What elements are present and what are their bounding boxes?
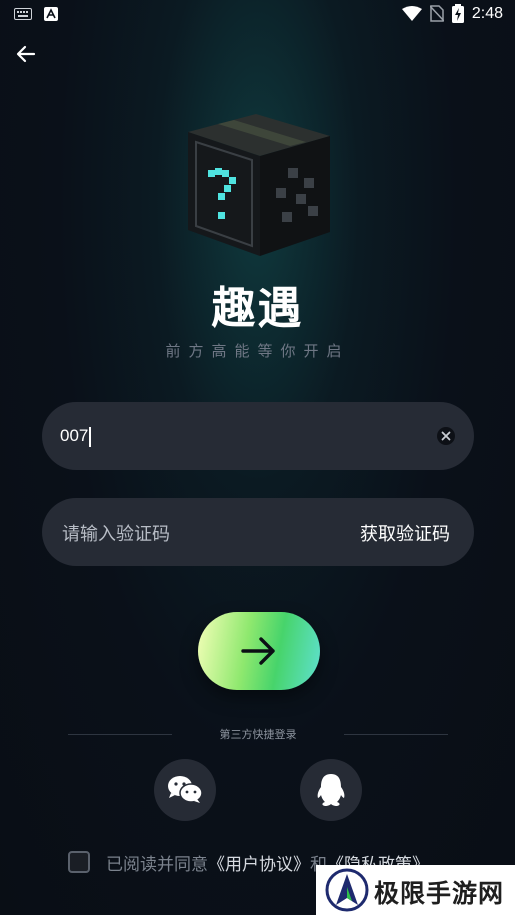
qq-icon	[317, 774, 345, 806]
no-sim-icon	[429, 5, 444, 22]
watermark: 极限手游网	[316, 865, 515, 915]
app-logo	[184, 108, 334, 258]
status-time: 2:48	[471, 4, 503, 22]
mystery-cube-icon	[188, 114, 330, 256]
agreement-prefix: 已阅读并同意	[106, 854, 208, 875]
wechat-icon	[168, 776, 203, 803]
user-agreement-link[interactable]: 《用户协议》	[208, 855, 310, 875]
site-logo-icon	[325, 868, 369, 912]
third-party-divider: 第三方快捷登录	[68, 725, 448, 745]
clear-input-button[interactable]	[436, 426, 456, 446]
agreement-checkbox[interactable]	[68, 851, 90, 873]
battery-charging-icon	[451, 4, 464, 23]
divider-line-right	[344, 734, 448, 735]
login-submit-button[interactable]	[198, 612, 320, 690]
code-placeholder: 请输入验证码	[62, 524, 170, 545]
arrow-left-icon	[16, 45, 36, 63]
status-right: 2:48	[401, 4, 503, 23]
phone-input[interactable]: 007	[42, 402, 474, 470]
status-left	[14, 7, 58, 21]
wifi-icon	[401, 5, 422, 21]
get-code-button[interactable]: 获取验证码	[360, 520, 450, 546]
phone-value: 007	[60, 426, 91, 447]
clear-circle-icon	[437, 427, 455, 445]
arrow-right-icon	[241, 637, 275, 665]
back-button[interactable]	[12, 40, 40, 68]
verification-code-input[interactable]: 请输入验证码 获取验证码	[42, 498, 474, 566]
keyboard-icon	[14, 8, 32, 20]
qq-login-button[interactable]	[300, 759, 362, 821]
status-bar: 2:48	[0, 0, 515, 28]
app-title: 趣遇	[211, 283, 304, 334]
app-slogan: 前方高能等你开启	[165, 342, 350, 360]
text-cursor	[89, 426, 91, 447]
app-notification-icon	[44, 7, 58, 21]
watermark-text: 极限手游网	[374, 879, 505, 908]
wechat-login-button[interactable]	[154, 759, 216, 821]
